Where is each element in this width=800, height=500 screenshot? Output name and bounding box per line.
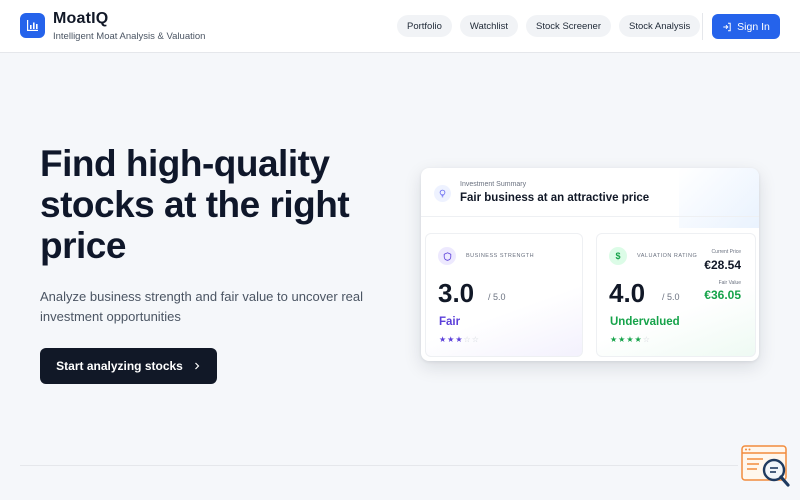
valuation-rating-text: Undervalued bbox=[610, 316, 680, 328]
current-price-label: Current Price bbox=[711, 249, 741, 255]
star-empty-icon: ☆ bbox=[642, 335, 651, 344]
nav-watchlist[interactable]: Watchlist bbox=[459, 15, 519, 37]
star-empty-icon: ☆ bbox=[463, 335, 472, 344]
valuation-rating-panel: $ VALUATION RATING Current Price €28.54 … bbox=[596, 233, 756, 357]
card-glow bbox=[679, 168, 759, 228]
summary-divider bbox=[421, 216, 759, 217]
browser-search-icon bbox=[741, 445, 790, 487]
valuation-stars: ★★★★☆ bbox=[610, 335, 651, 344]
investment-summary-card: Investment Summary Fair business at an a… bbox=[421, 168, 759, 361]
valuation-scale: / 5.0 bbox=[662, 292, 680, 302]
current-price-value: €28.54 bbox=[704, 258, 741, 272]
business-strength-score: 3.0 bbox=[438, 278, 475, 308]
dollar-icon: $ bbox=[609, 247, 627, 265]
chevron-right-icon bbox=[194, 362, 200, 370]
main-nav: Portfolio Watchlist Stock Screener Stock… bbox=[397, 15, 701, 37]
bar-chart-icon bbox=[27, 20, 38, 31]
brand-tagline: Intelligent Moat Analysis & Valuation bbox=[53, 31, 206, 42]
nav-divider bbox=[702, 13, 703, 40]
hero-title: Find high-quality stocks at the right pr… bbox=[40, 143, 350, 266]
star-empty-icon: ☆ bbox=[471, 335, 480, 344]
business-strength-stars: ★★★☆☆ bbox=[439, 335, 480, 344]
nav-stock-analysis[interactable]: Stock Analysis bbox=[619, 15, 701, 37]
star-filled-icon: ★ bbox=[610, 335, 619, 344]
star-filled-icon: ★ bbox=[626, 335, 635, 344]
section-divider bbox=[20, 465, 738, 466]
sign-in-label: Sign In bbox=[737, 20, 770, 33]
lightbulb-icon bbox=[434, 185, 451, 202]
business-strength-label: BUSINESS STRENGTH bbox=[466, 253, 535, 259]
hero-subtitle: Analyze business strength and fair value… bbox=[40, 289, 364, 324]
shield-icon bbox=[438, 247, 456, 265]
star-filled-icon: ★ bbox=[455, 335, 464, 344]
star-filled-icon: ★ bbox=[634, 335, 643, 344]
start-analyzing-button[interactable]: Start analyzing stocks bbox=[40, 348, 217, 384]
valuation-score: 4.0 bbox=[609, 278, 646, 308]
business-strength-rating: Fair bbox=[439, 316, 461, 328]
cta-label: Start analyzing stocks bbox=[56, 359, 183, 373]
search-widget-button[interactable] bbox=[741, 444, 791, 488]
fair-value-label: Fair Value bbox=[718, 280, 741, 286]
nav-stock-screener[interactable]: Stock Screener bbox=[526, 15, 611, 37]
fair-value-value: €36.05 bbox=[704, 288, 741, 302]
business-strength-scale: / 5.0 bbox=[488, 292, 506, 302]
sign-in-button[interactable]: Sign In bbox=[712, 14, 780, 39]
brand-name[interactable]: MoatIQ bbox=[53, 10, 108, 28]
top-header: MoatIQ Intelligent Moat Analysis & Valua… bbox=[0, 0, 800, 53]
summary-label: Investment Summary bbox=[460, 181, 527, 188]
summary-title: Fair business at an attractive price bbox=[460, 192, 650, 204]
login-icon bbox=[723, 22, 731, 31]
logo[interactable] bbox=[20, 13, 45, 38]
valuation-rating-label: VALUATION RATING bbox=[637, 253, 698, 259]
nav-portfolio[interactable]: Portfolio bbox=[397, 15, 452, 37]
business-strength-panel: BUSINESS STRENGTH 3.0 / 5.0 Fair ★★★☆☆ bbox=[425, 233, 583, 357]
star-filled-icon: ★ bbox=[439, 335, 448, 344]
